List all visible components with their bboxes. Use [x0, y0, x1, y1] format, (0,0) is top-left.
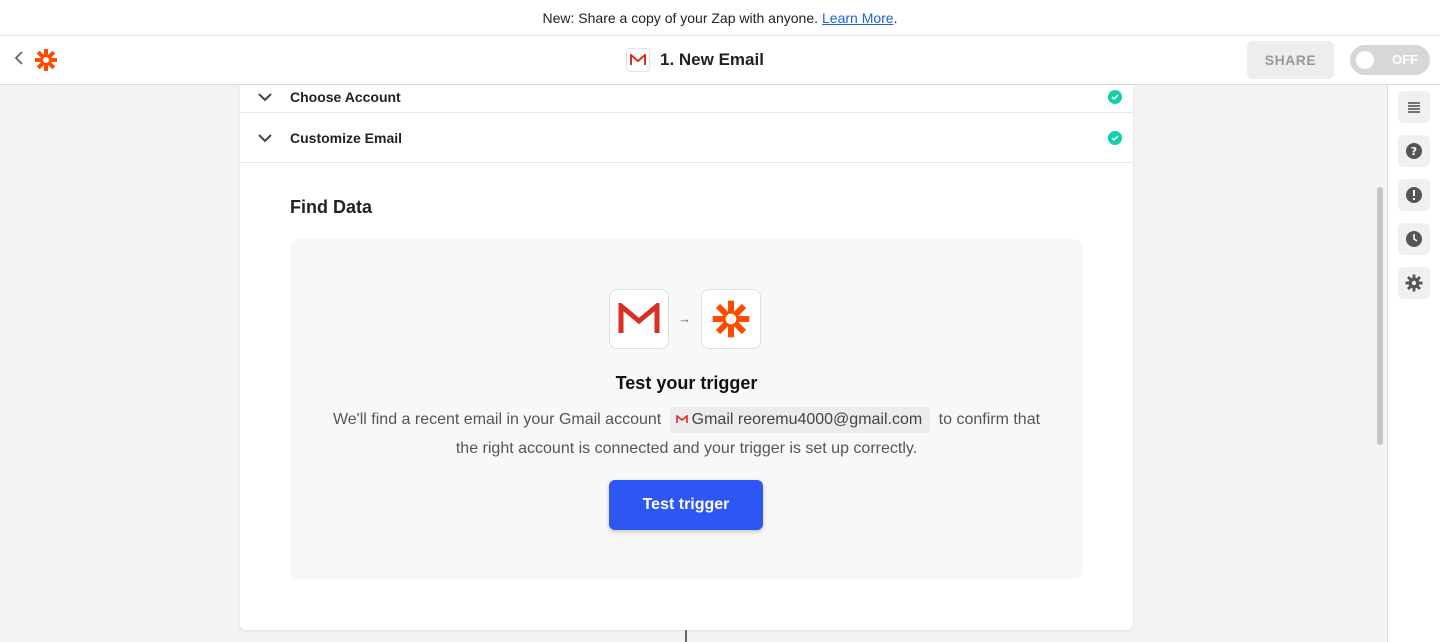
alert-icon [1406, 187, 1422, 203]
toggle-knob [1356, 51, 1374, 69]
help-icon: ? [1406, 143, 1422, 159]
arrow-right-icon: → [678, 311, 691, 326]
gmail-icon [618, 303, 660, 333]
zapier-app-icon [701, 289, 761, 349]
clock-icon [1406, 231, 1422, 247]
accordion-label: Choose Account [290, 88, 401, 105]
gmail-app-icon [609, 289, 669, 349]
settings-button[interactable] [1398, 267, 1430, 299]
help-button[interactable]: ? [1398, 135, 1430, 167]
svg-text:?: ? [1411, 145, 1417, 158]
scrollbar-thumb[interactable] [1377, 187, 1383, 445]
chevron-left-icon [14, 51, 23, 65]
account-pill: Gmail reoremu4000@gmail.com [669, 406, 931, 433]
gmail-icon [675, 415, 688, 424]
check-icon [1108, 130, 1122, 145]
step-connector [685, 630, 687, 642]
account-pill-label: Gmail reoremu4000@gmail.com [691, 411, 923, 429]
zapier-asterisk-icon [35, 49, 57, 71]
check-icon [1108, 89, 1122, 104]
list-icon [1408, 102, 1420, 113]
test-trigger-card: → Test your trigger We'll find a recent … [290, 239, 1083, 579]
main-scrollbar[interactable] [1374, 85, 1386, 642]
accordion-choose-account[interactable]: Choose Account [240, 63, 1133, 113]
banner-suffix: . [893, 9, 898, 26]
right-sidebar: ? [1387, 85, 1440, 642]
zapier-logo[interactable] [34, 48, 58, 72]
chevron-down-icon [258, 133, 272, 142]
chevron-down-icon [258, 92, 272, 101]
section-title: Find Data [290, 197, 373, 217]
alerts-button[interactable] [1398, 179, 1430, 211]
share-button[interactable]: SHARE [1247, 41, 1334, 79]
back-button[interactable] [14, 50, 30, 70]
learn-more-link[interactable]: Learn More [822, 10, 894, 26]
announcement-banner: New: Share a copy of your Zap with anyon… [0, 0, 1440, 36]
desc-before: We'll find a recent email in your Gmail … [332, 411, 662, 428]
history-button[interactable] [1398, 223, 1430, 255]
card-description: We'll find a recent email in your Gmail … [320, 405, 1053, 463]
toggle-label: OFF [1392, 52, 1418, 67]
step-panel: Choose Account Customize Email Find Data… [240, 85, 1133, 630]
zap-on-off-toggle[interactable]: OFF [1350, 45, 1430, 75]
banner-text: New: Share a copy of your Zap with anyon… [542, 9, 818, 26]
test-trigger-button[interactable]: Test trigger [609, 480, 763, 530]
zapier-icon [712, 300, 750, 338]
card-heading: Test your trigger [615, 373, 758, 393]
accordion-label: Customize Email [290, 129, 403, 146]
accordion-customize-email[interactable]: Customize Email [240, 113, 1133, 163]
gear-icon [1405, 274, 1423, 292]
outline-button[interactable] [1398, 91, 1430, 123]
